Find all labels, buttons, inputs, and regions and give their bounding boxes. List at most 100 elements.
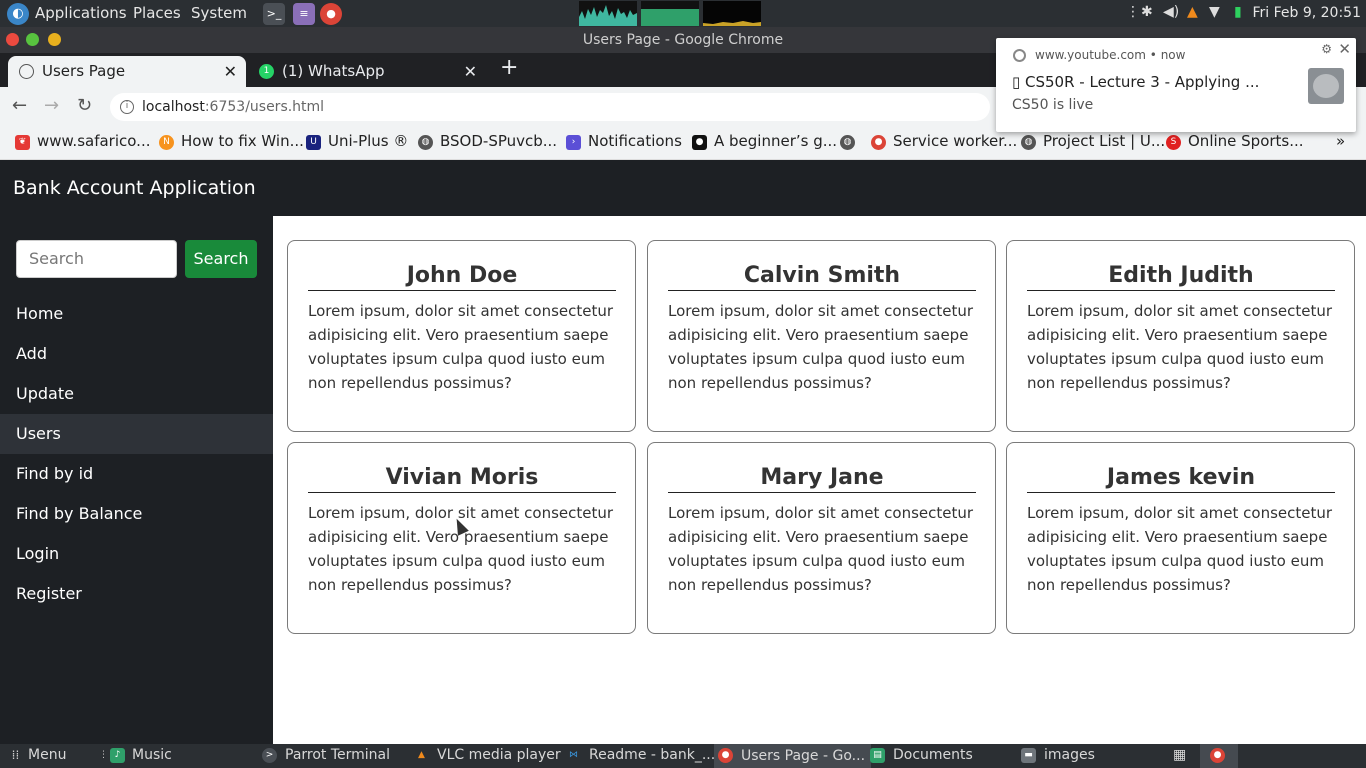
nav-register[interactable]: Register	[0, 574, 273, 614]
user-card: Vivian Moris Lorem ipsum, dolor sit amet…	[287, 442, 636, 634]
user-description: Lorem ipsum, dolor sit amet consectetur …	[668, 504, 974, 594]
bookmark-online-sports[interactable]: S Online Sports...	[1166, 132, 1304, 150]
notifications-icon: ›	[566, 135, 581, 150]
tab-whatsapp[interactable]: 1 (1) WhatsApp ✕	[248, 56, 486, 87]
url-host: localhost	[142, 99, 205, 115]
nav-find-by-balance[interactable]: Find by Balance	[0, 494, 273, 534]
menu-grid-icon: ⁞⁞	[11, 748, 20, 762]
address-bar[interactable]: i localhost:6753/users.html	[110, 93, 990, 121]
taskbar-music[interactable]: ⋮ ♪ Music	[96, 747, 172, 763]
sports-icon: S	[1166, 135, 1181, 150]
maximize-window-button[interactable]	[26, 33, 39, 46]
more-icon: ⋮	[99, 750, 108, 760]
bookmark-uni-plus[interactable]: U Uni-Plus ®	[306, 132, 408, 150]
taskbar-images[interactable]: ▬ images	[1021, 747, 1095, 763]
more-icon[interactable]: ⋮	[1126, 4, 1140, 20]
applications-menu[interactable]: Applications	[35, 4, 127, 22]
close-window-button[interactable]	[6, 33, 19, 46]
chrome-tray-item[interactable]: ●	[1200, 744, 1238, 768]
search-button[interactable]: Search	[185, 240, 257, 278]
taskbar-vlc[interactable]: ▲ VLC media player	[414, 747, 561, 763]
taskbar-chrome-users-page[interactable]: ● Users Page - Go...	[714, 744, 872, 768]
minimize-window-button[interactable]	[48, 33, 61, 46]
nav-users[interactable]: Users	[0, 414, 273, 454]
bookmark-project-list[interactable]: ◍ Project List | U...	[1021, 132, 1165, 150]
terminal-launcher-icon[interactable]: >_	[263, 3, 285, 25]
back-icon[interactable]: ←	[12, 95, 27, 116]
tab-label: (1) WhatsApp	[282, 62, 385, 80]
user-name: Mary Jane	[668, 463, 976, 493]
bluetooth-icon[interactable]: ✱	[1141, 4, 1153, 20]
nav-login[interactable]: Login	[0, 534, 273, 574]
nav-home[interactable]: Home	[0, 294, 273, 334]
sidebar: Search Search Home Add Update Users Find…	[0, 216, 273, 744]
documents-icon: ▤	[870, 748, 885, 763]
wifi-icon[interactable]: ▼	[1209, 4, 1220, 20]
close-icon[interactable]: ✕	[1338, 40, 1351, 58]
search-input[interactable]: Search	[16, 240, 177, 278]
volume-icon[interactable]: ◀)	[1163, 4, 1179, 20]
folder-icon: ▬	[1021, 748, 1036, 763]
bookmark-how-to-fix[interactable]: N How to fix Win...	[159, 132, 304, 150]
user-description: Lorem ipsum, dolor sit amet consectetur …	[668, 302, 974, 392]
globe-icon	[19, 64, 34, 79]
vlc-icon: ▲	[418, 750, 425, 760]
vscode-icon: ⋈	[569, 750, 578, 760]
tab-label: Users Page	[42, 62, 126, 80]
vlc-tray-icon[interactable]: ▲	[1187, 4, 1198, 20]
nav-find-by-id[interactable]: Find by id	[0, 454, 273, 494]
app-title[interactable]: Bank Account Application	[13, 177, 256, 199]
users-content: John Doe Lorem ipsum, dolor sit amet con…	[273, 216, 1366, 744]
notification-source: www.youtube.com • now	[1035, 48, 1186, 62]
user-name: James kevin	[1027, 463, 1335, 493]
globe-icon: ◍	[840, 135, 855, 150]
bookmark-service-worker[interactable]: ● Service worker...	[871, 132, 1017, 150]
forward-icon[interactable]: →	[44, 95, 59, 116]
nav-update[interactable]: Update	[0, 374, 273, 414]
taskbar-menu[interactable]: ⁞⁞ Menu	[8, 747, 67, 763]
text-editor-launcher-icon[interactable]: ≡	[293, 3, 315, 25]
bookmark-safaricom[interactable]: ❦ www.safarico...	[15, 132, 150, 150]
tab-users-page[interactable]: Users Page ✕	[8, 56, 246, 87]
more-bookmarks-icon[interactable]: »	[1318, 132, 1345, 150]
user-card: Mary Jane Lorem ipsum, dolor sit amet co…	[647, 442, 996, 634]
reload-icon[interactable]: ↻	[77, 95, 92, 116]
app-header: Bank Account Application	[0, 160, 1366, 216]
gear-icon[interactable]: ⚙	[1321, 42, 1332, 56]
notification-thumbnail	[1308, 68, 1344, 104]
user-description: Lorem ipsum, dolor sit amet consectetur …	[1027, 302, 1333, 392]
taskbar-parrot-terminal[interactable]: > Parrot Terminal	[262, 747, 390, 763]
chrome-icon: ●	[871, 135, 886, 150]
medium-icon: ●	[692, 135, 707, 150]
close-tab-icon[interactable]: ✕	[224, 56, 237, 87]
bookmark-bsod[interactable]: ◍ BSOD-SPuvcb...	[418, 132, 557, 150]
taskbar-documents[interactable]: ▤ Documents	[870, 747, 973, 763]
close-tab-icon[interactable]: ✕	[464, 56, 477, 87]
notification-title: ▯ CS50R - Lecture 3 - Applying ...	[1012, 73, 1260, 91]
chrome-launcher-icon[interactable]: ●	[320, 3, 342, 25]
uniplus-icon: U	[306, 135, 321, 150]
bookmark-notifications[interactable]: › Notifications	[566, 132, 682, 150]
music-icon: ♪	[110, 748, 125, 763]
user-card: Calvin Smith Lorem ipsum, dolor sit amet…	[647, 240, 996, 432]
chrome-icon	[1013, 49, 1026, 62]
nav-add[interactable]: Add	[0, 334, 273, 374]
user-name: John Doe	[308, 261, 616, 291]
keyboard-tray-icon[interactable]: ▦	[1173, 747, 1186, 763]
new-tab-icon[interactable]: +	[500, 55, 518, 80]
places-menu[interactable]: Places	[133, 4, 181, 22]
user-card: John Doe Lorem ipsum, dolor sit amet con…	[287, 240, 636, 432]
clock[interactable]: Fri Feb 9, 20:51	[1252, 5, 1361, 21]
system-top-bar: ◐ Applications Places System >_ ≡ ● ⋮ ✱ …	[0, 0, 1366, 27]
nk-icon: N	[159, 135, 174, 150]
chrome-icon: ●	[1210, 748, 1225, 763]
url-path: :6753/users.html	[204, 99, 325, 115]
youtube-notification[interactable]: www.youtube.com • now ⚙ ✕ ▯ CS50R - Lect…	[996, 38, 1356, 132]
system-menu[interactable]: System	[191, 4, 247, 22]
info-icon[interactable]: i	[120, 100, 134, 114]
user-description: Lorem ipsum, dolor sit amet consectetur …	[1027, 504, 1333, 594]
bookmark-beginners-guide[interactable]: ● A beginner’s g...	[692, 132, 837, 150]
battery-icon[interactable]: ▮	[1234, 4, 1242, 20]
parrot-logo-icon[interactable]: ◐	[7, 3, 29, 25]
taskbar-vscode[interactable]: ⋈ Readme - bank_...	[566, 747, 715, 763]
